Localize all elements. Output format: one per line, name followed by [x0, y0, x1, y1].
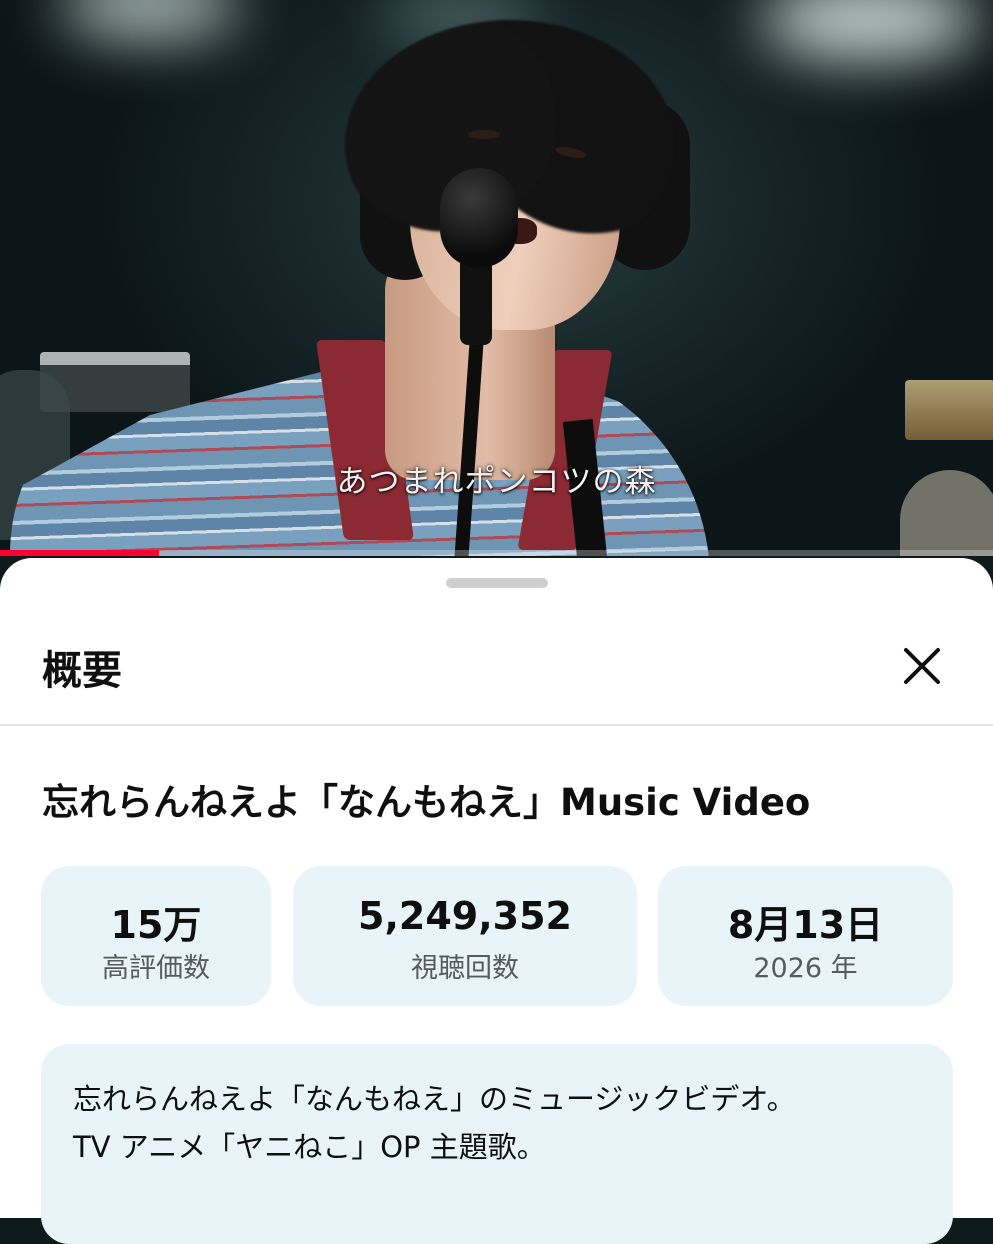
close-icon — [904, 648, 940, 684]
video-player[interactable]: あつまれポンコツの森 — [0, 0, 993, 556]
video-caption: あつまれポンコツの森 — [336, 464, 657, 500]
description-box[interactable]: 忘れらんねえよ「なんもねえ」のミュージックビデオ。 TV アニメ「ヤニねこ」OP… — [41, 1044, 953, 1244]
views-label: 視聴回数 — [411, 953, 519, 984]
description-line: 忘れらんねえよ「なんもねえ」のミュージックビデオ。 — [73, 1082, 796, 1116]
header-divider — [0, 724, 993, 726]
stage-light — [60, 0, 240, 40]
likes-count: 15万 — [110, 903, 202, 947]
views-count: 5,249,352 — [358, 894, 572, 938]
singer-eye — [468, 130, 500, 139]
video-progress-bar[interactable] — [0, 550, 993, 556]
likes-stat: 15万 高評価数 — [41, 866, 271, 1006]
stage-light — [760, 0, 980, 60]
drag-handle[interactable] — [446, 578, 548, 588]
sheet-title: 概要 — [42, 648, 122, 694]
description-sheet: 概要 忘れらんねえよ「なんもねえ」Music Video 15万 高評価数 5,… — [0, 558, 993, 1244]
upload-date-stat: 8月13日 2026 年 — [658, 866, 953, 1006]
microphone-head — [440, 168, 518, 268]
microphone-body — [460, 255, 492, 345]
upload-date: 8月13日 — [727, 903, 884, 947]
views-stat: 5,249,352 視聴回数 — [293, 866, 637, 1006]
amplifier — [905, 380, 993, 440]
close-button[interactable] — [892, 636, 952, 696]
sheet-header: 概要 — [0, 618, 993, 726]
video-progress-fill — [0, 550, 159, 556]
upload-year: 2026 年 — [753, 953, 858, 984]
description-line: TV アニメ「ヤニねこ」OP 主題歌。 — [73, 1130, 546, 1164]
likes-label: 高評価数 — [102, 953, 210, 984]
video-title: 忘れらんねえよ「なんもねえ」Music Video — [42, 781, 811, 824]
